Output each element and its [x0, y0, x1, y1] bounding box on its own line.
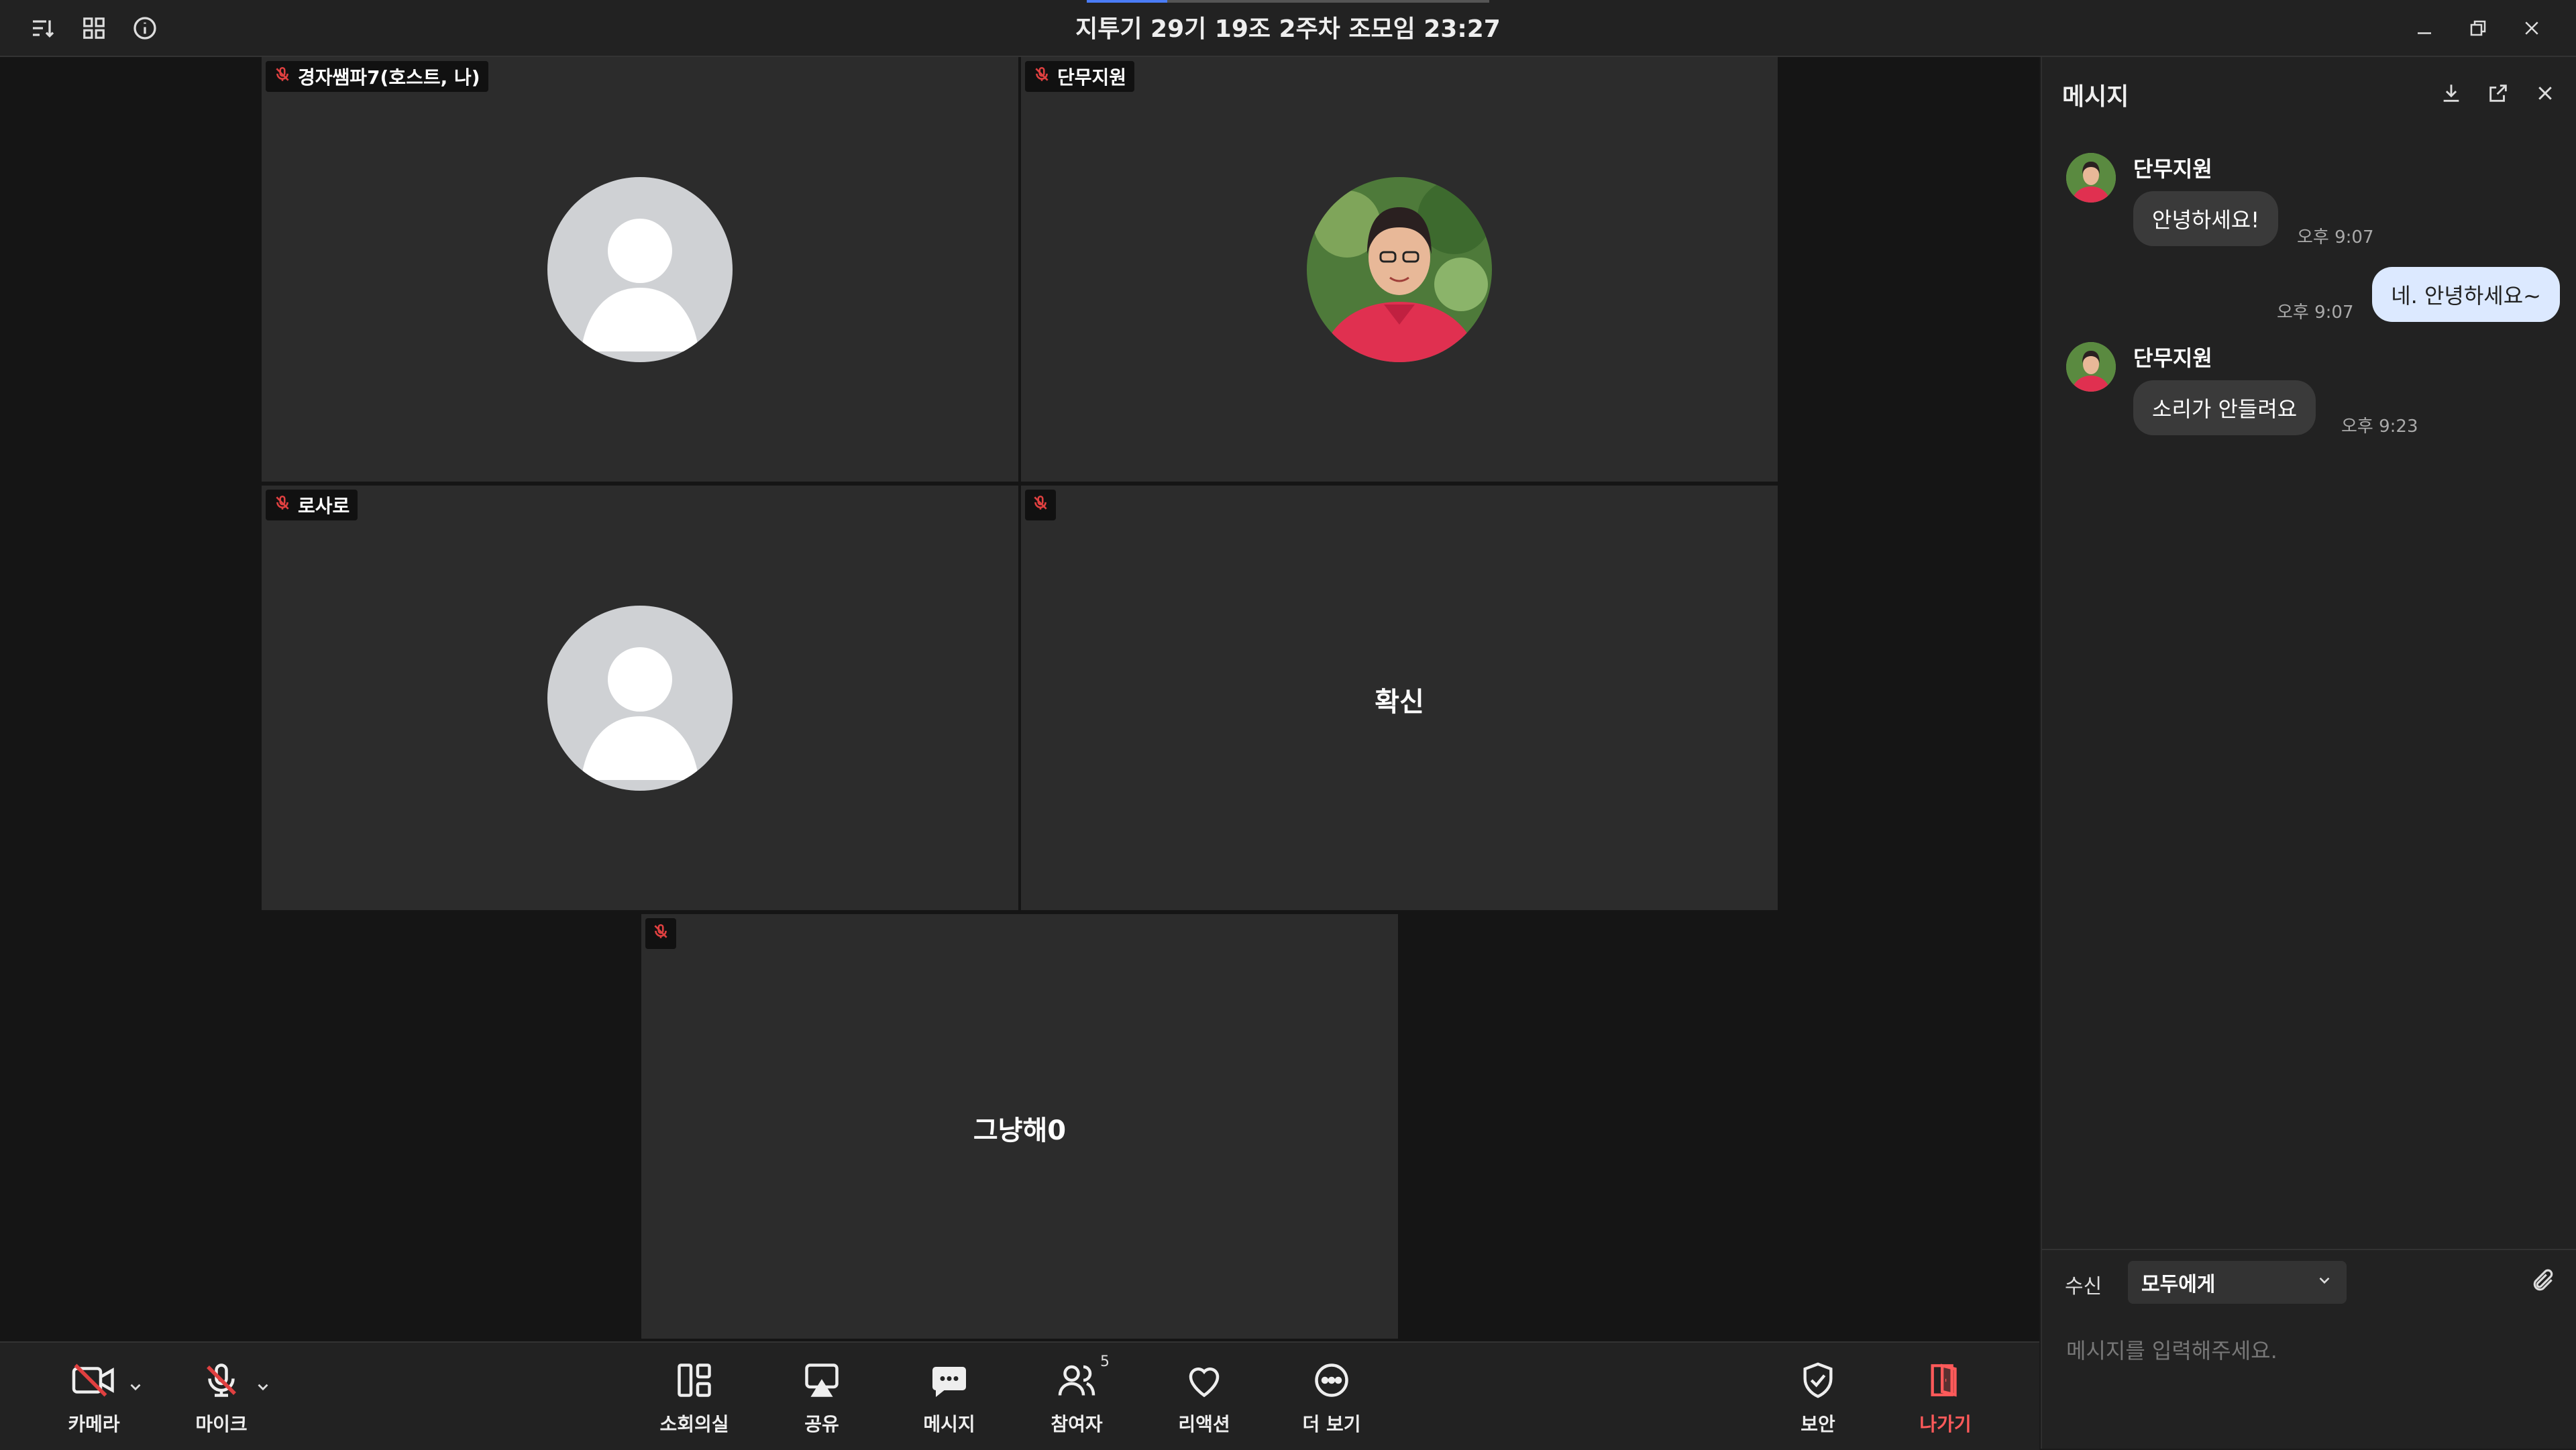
leave-button[interactable]: 나가기 — [1892, 1356, 1999, 1437]
reaction-button[interactable]: 리액션 — [1150, 1356, 1258, 1437]
popout-icon[interactable] — [2483, 78, 2513, 108]
participants-icon: 5 — [1056, 1353, 1110, 1404]
participants-button[interactable]: 5 참여자 — [1023, 1353, 1130, 1437]
more-icon — [1311, 1356, 1352, 1404]
mic-muted-icon — [201, 1356, 241, 1404]
chat-panel: 메시지 단무지원 안녕하세요! 오후 9:07 오후 9:07 네. 안녕하세요… — [2041, 57, 2576, 1449]
recipient-value: 모두에게 — [2141, 1273, 2216, 1296]
sender-avatar — [2066, 342, 2116, 392]
messages-button[interactable]: 메시지 — [896, 1356, 1003, 1437]
camera-options-chevron-icon[interactable] — [125, 1376, 146, 1398]
breakout-rooms-label: 소회의실 — [659, 1413, 729, 1435]
sender-name: 단무지원 — [2133, 345, 2212, 371]
my-message-bubble: 네. 안녕하세요~ — [2372, 267, 2560, 322]
participant-tag: 경자쌤파7(호스트, 나) — [266, 61, 488, 92]
avatar — [547, 606, 733, 791]
messages-label: 메시지 — [923, 1413, 975, 1435]
participant-name: 그냥해0 — [973, 1115, 1067, 1146]
avatar — [547, 177, 733, 362]
message-time: 오후 9:07 — [2297, 227, 2374, 247]
mic-muted-icon — [274, 66, 291, 88]
participant-name: 단무지원 — [1057, 66, 1127, 89]
leave-door-icon — [1926, 1356, 1965, 1404]
shield-icon — [1799, 1356, 1837, 1404]
minimize-icon[interactable] — [2407, 11, 2442, 46]
message-time: 오후 9:23 — [2341, 416, 2418, 437]
participant-name: 확신 — [1375, 687, 1424, 718]
video-stage: 경자쌤파7(호스트, 나) 단무지원 로사로 확신 그냥해0 — [0, 57, 2039, 1341]
participant-tag — [1025, 490, 1056, 520]
video-tile[interactable]: 단무지원 — [1021, 57, 1778, 482]
mic-muted-icon — [652, 923, 669, 945]
video-tile[interactable]: 그냥해0 — [641, 914, 1398, 1339]
restore-icon[interactable] — [2461, 11, 2496, 46]
participant-tag: 단무지원 — [1025, 61, 1135, 92]
security-label: 보안 — [1801, 1413, 1835, 1435]
chat-divider — [2042, 1249, 2576, 1250]
message-input[interactable] — [2065, 1330, 2551, 1372]
heart-icon — [1184, 1356, 1224, 1404]
share-label: 공유 — [804, 1413, 839, 1435]
meeting-title: 지투기 29기 19조 2주차 조모임 23:27 — [1075, 15, 1501, 43]
message-time: 오후 9:07 — [2277, 302, 2354, 323]
mic-label: 마이크 — [195, 1413, 248, 1435]
leave-label: 나가기 — [1919, 1413, 1972, 1435]
bottom-toolbar: 카메라 마이크 소회의실 공유 메시지 5 참여자 리액션 더 보기 보안 나가… — [0, 1341, 2039, 1450]
share-screen-icon — [802, 1356, 842, 1404]
message-bubble: 소리가 안들려요 — [2133, 380, 2316, 435]
sender-name: 단무지원 — [2133, 156, 2212, 182]
close-icon[interactable] — [2530, 78, 2560, 108]
security-button[interactable]: 보안 — [1764, 1356, 1872, 1437]
message-bubble: 안녕하세요! — [2133, 191, 2279, 246]
profile-photo — [1307, 177, 1492, 362]
participants-label: 참여자 — [1051, 1413, 1103, 1435]
close-icon[interactable] — [2514, 11, 2549, 46]
title-bar: 지투기 29기 19조 2주차 조모임 23:27 — [0, 0, 2576, 57]
attach-icon[interactable] — [2526, 1264, 2560, 1298]
recipient-label: 수신 — [2065, 1275, 2102, 1298]
reaction-label: 리액션 — [1178, 1413, 1230, 1435]
mic-muted-icon — [1033, 66, 1051, 88]
video-tile[interactable]: 확신 — [1021, 486, 1778, 910]
breakout-rooms-button[interactable]: 소회의실 — [641, 1356, 748, 1437]
breakout-rooms-icon — [674, 1356, 714, 1404]
participant-tag: 로사로 — [266, 490, 358, 520]
camera-label: 카메라 — [68, 1413, 120, 1435]
recipient-select[interactable]: 모두에게 — [2128, 1261, 2347, 1304]
video-tile[interactable]: 로사로 — [262, 486, 1018, 910]
mic-options-chevron-icon[interactable] — [252, 1376, 274, 1398]
download-icon[interactable] — [2436, 78, 2466, 108]
participant-name: 경자쌤파7(호스트, 나) — [298, 66, 480, 89]
participant-name: 로사로 — [298, 495, 350, 517]
participants-count: 5 — [1100, 1353, 1110, 1370]
chevron-down-icon — [2316, 1271, 2333, 1294]
video-tile[interactable]: 경자쌤파7(호스트, 나) — [262, 57, 1018, 482]
mic-muted-icon — [1032, 494, 1049, 516]
camera-off-icon — [70, 1356, 117, 1404]
more-label: 더 보기 — [1302, 1413, 1361, 1435]
more-button[interactable]: 더 보기 — [1278, 1356, 1385, 1437]
chat-bubble-icon — [928, 1356, 970, 1404]
title-accent-bar — [1087, 0, 1489, 3]
chat-title: 메시지 — [2062, 83, 2129, 111]
participant-tag — [645, 918, 676, 949]
sender-avatar — [2066, 153, 2116, 203]
mic-muted-icon — [274, 494, 291, 516]
share-button[interactable]: 공유 — [768, 1356, 875, 1437]
